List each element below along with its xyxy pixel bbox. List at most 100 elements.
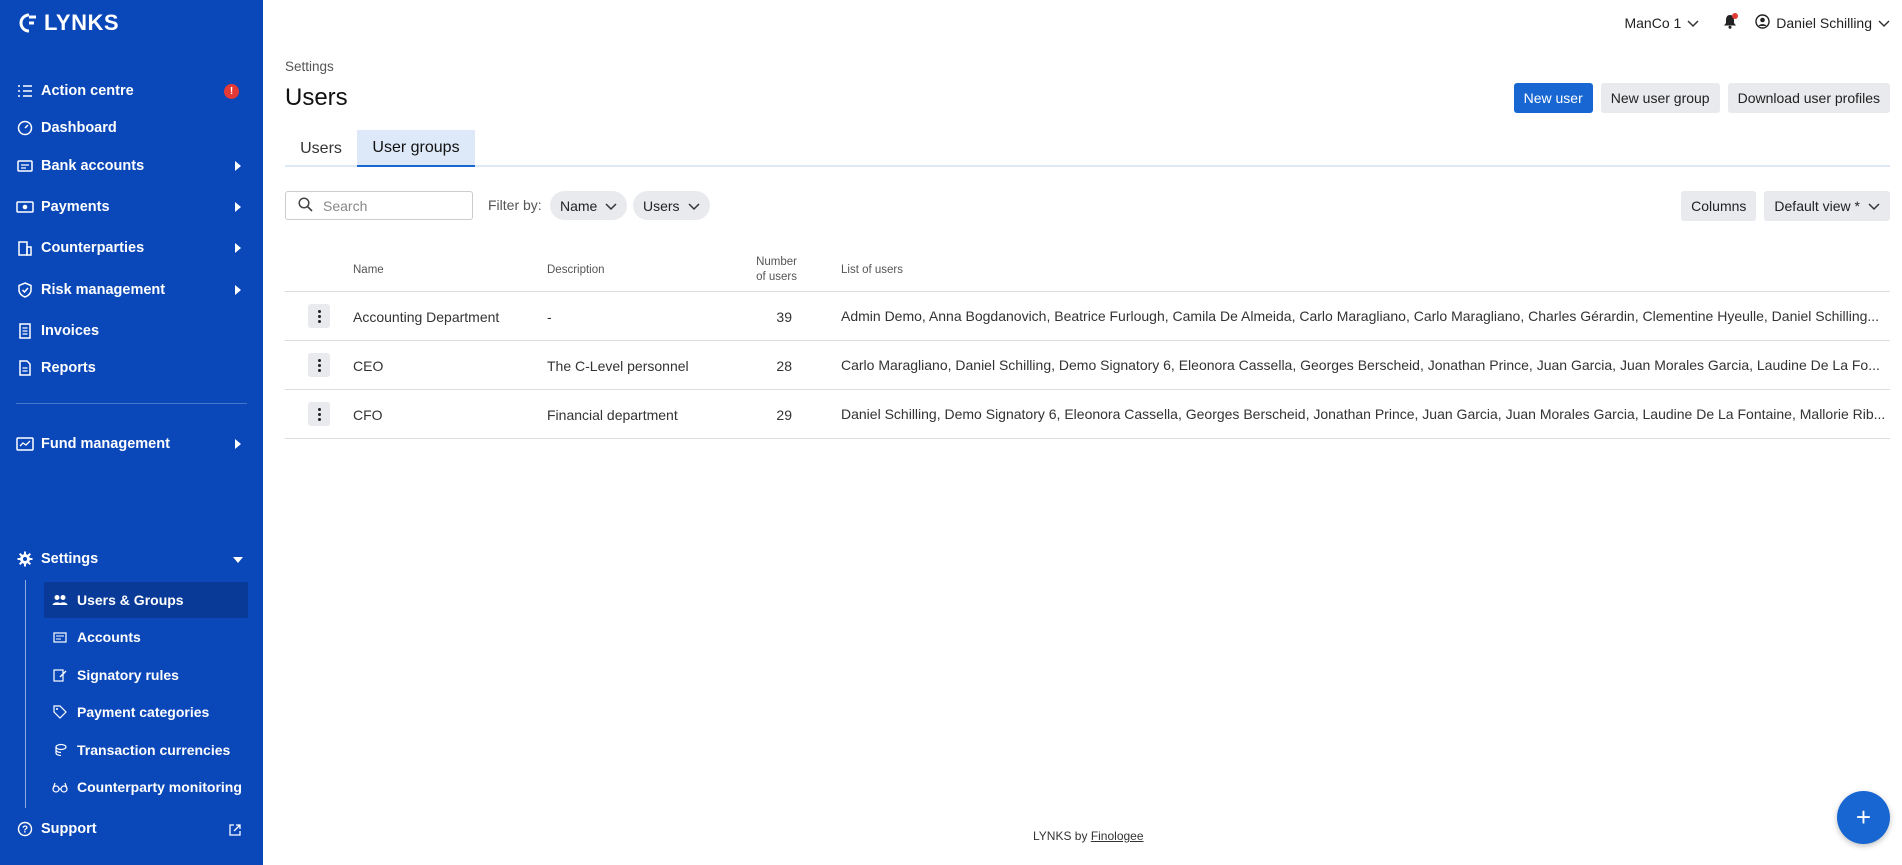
group-user-list: Daniel Schilling, Demo Signatory 6, Eleo… bbox=[841, 406, 1886, 422]
add-fab-button[interactable]: + bbox=[1837, 791, 1890, 844]
tab-user-groups[interactable]: User groups bbox=[357, 130, 475, 167]
sidebar-item-support[interactable]: ? Support bbox=[0, 812, 263, 846]
sidebar-item-label: Risk management bbox=[41, 282, 166, 298]
sidebar-item-label: Reports bbox=[41, 360, 96, 376]
sidebar-subitem-label: Signatory rules bbox=[77, 667, 179, 683]
receipt-icon bbox=[16, 322, 34, 340]
columns-button[interactable]: Columns bbox=[1681, 191, 1757, 221]
glasses-icon bbox=[52, 779, 68, 795]
chevron-down-icon bbox=[1868, 198, 1880, 214]
signature-icon bbox=[52, 667, 68, 683]
chevron-right-icon bbox=[235, 285, 241, 295]
group-name: CFO bbox=[353, 406, 383, 423]
chevron-down-icon bbox=[233, 557, 243, 563]
sidebar-subitem-payment-categories[interactable]: Payment categories bbox=[44, 694, 248, 730]
page-actions: New user New user group Download user pr… bbox=[1513, 83, 1890, 113]
group-description: The C-Level personnel bbox=[547, 357, 689, 374]
sidebar-item-label: Dashboard bbox=[41, 120, 117, 136]
sidebar-item-risk-management[interactable]: Risk management bbox=[0, 273, 263, 307]
sidebar-item-action-centre[interactable]: Action centre ! bbox=[0, 74, 263, 108]
table-row[interactable]: CEO The C-Level personnel 28 Carlo Marag… bbox=[285, 341, 1890, 390]
user-name: Daniel Schilling bbox=[1776, 15, 1872, 31]
sidebar-subitem-transaction-currencies[interactable]: Transaction currencies bbox=[44, 732, 248, 768]
tab-users[interactable]: Users bbox=[285, 130, 357, 167]
help-icon: ? bbox=[16, 820, 34, 838]
column-header-description[interactable]: Description bbox=[547, 248, 605, 292]
view-selector-label: Default view * bbox=[1774, 198, 1860, 214]
user-menu[interactable]: Daniel Schilling bbox=[1755, 14, 1890, 32]
user-avatar-icon bbox=[1755, 14, 1770, 32]
new-user-button[interactable]: New user bbox=[1513, 83, 1593, 113]
sidebar-item-dashboard[interactable]: Dashboard bbox=[0, 111, 263, 145]
sidebar-item-label: Action centre bbox=[41, 83, 134, 99]
sidebar-subitem-users-groups[interactable]: Users & Groups bbox=[44, 582, 248, 618]
sidebar-subitem-label: Counterparty monitoring bbox=[77, 779, 242, 795]
org-switcher[interactable]: ManCo 1 bbox=[1624, 15, 1699, 31]
chevron-down-icon bbox=[605, 198, 617, 214]
tag-icon bbox=[52, 704, 68, 720]
tab-bar: Users User groups bbox=[285, 130, 1890, 167]
submenu-rail bbox=[25, 580, 26, 808]
sidebar-subitem-label: Accounts bbox=[77, 629, 141, 645]
sidebar-subitem-counterparty-monitoring[interactable]: Counterparty monitoring bbox=[44, 769, 248, 805]
group-name: Accounting Department bbox=[353, 308, 500, 325]
search-box bbox=[285, 191, 473, 220]
svg-text:?: ? bbox=[22, 825, 28, 836]
table-row[interactable]: CFO Financial department 29 Daniel Schil… bbox=[285, 390, 1890, 439]
row-menu-button[interactable] bbox=[308, 304, 330, 328]
filter-chip-name[interactable]: Name bbox=[550, 191, 628, 220]
sidebar-item-bank-accounts[interactable]: Bank accounts bbox=[0, 149, 263, 183]
notifications-button[interactable] bbox=[1723, 13, 1739, 32]
group-description: Financial department bbox=[547, 406, 678, 423]
table-header: Name Description Number of users List of… bbox=[285, 248, 1890, 292]
sidebar-item-settings[interactable]: Settings bbox=[0, 542, 263, 576]
sidebar-subitem-signatory-rules[interactable]: Signatory rules bbox=[44, 657, 248, 693]
shield-icon bbox=[16, 281, 34, 299]
sidebar-subitem-label: Payment categories bbox=[77, 704, 210, 720]
sidebar-item-invoices[interactable]: Invoices bbox=[0, 314, 263, 348]
group-user-count: 39 bbox=[776, 308, 792, 325]
chevron-right-icon bbox=[235, 243, 241, 253]
sidebar-subitem-accounts[interactable]: Accounts bbox=[44, 619, 248, 655]
search-icon bbox=[298, 196, 313, 215]
sidebar-item-payments[interactable]: Payments bbox=[0, 190, 263, 224]
document-icon bbox=[16, 359, 34, 377]
row-menu-button[interactable] bbox=[308, 402, 330, 426]
breadcrumb[interactable]: Settings bbox=[285, 59, 334, 74]
sidebar-item-reports[interactable]: Reports bbox=[0, 351, 263, 385]
group-user-list: Admin Demo, Anna Bogdanovich, Beatrice F… bbox=[841, 308, 1880, 324]
chevron-down-icon bbox=[1687, 15, 1699, 31]
group-name: CEO bbox=[353, 357, 384, 374]
group-user-count: 29 bbox=[776, 406, 792, 423]
footer: LYNKS by Finologee bbox=[1033, 829, 1144, 843]
view-selector[interactable]: Default view * bbox=[1764, 191, 1890, 221]
sidebar-subitem-label: Users & Groups bbox=[77, 592, 184, 608]
column-header-number-of-users[interactable]: Number of users bbox=[725, 248, 797, 292]
sidebar: LYNKS Action centre ! Dashboard Bank acc… bbox=[0, 0, 263, 865]
logo-text: LYNKS bbox=[44, 10, 120, 35]
search-input[interactable] bbox=[323, 197, 463, 214]
id-card-icon bbox=[52, 629, 68, 645]
gauge-icon bbox=[16, 119, 34, 137]
group-description: - bbox=[547, 308, 552, 325]
column-header-name[interactable]: Name bbox=[353, 248, 384, 292]
sidebar-item-label: Fund management bbox=[41, 436, 170, 452]
sidebar-item-label: Bank accounts bbox=[41, 158, 145, 174]
sidebar-item-label: Payments bbox=[41, 199, 110, 215]
sidebar-item-fund-management[interactable]: Fund management bbox=[0, 427, 263, 461]
column-header-list-of-users[interactable]: List of users bbox=[841, 248, 903, 292]
chevron-down-icon bbox=[688, 198, 700, 214]
new-user-group-button[interactable]: New user group bbox=[1600, 83, 1720, 113]
chevron-down-icon bbox=[1878, 15, 1890, 31]
sidebar-item-counterparties[interactable]: Counterparties bbox=[0, 231, 263, 265]
app-logo[interactable]: LYNKS bbox=[18, 10, 119, 36]
table-row[interactable]: Accounting Department - 39 Admin Demo, A… bbox=[285, 292, 1890, 341]
filter-chip-users[interactable]: Users bbox=[633, 191, 710, 220]
footer-link[interactable]: Finologee bbox=[1091, 829, 1144, 843]
building-icon bbox=[16, 239, 34, 257]
row-menu-button[interactable] bbox=[308, 353, 330, 377]
download-user-profiles-button[interactable]: Download user profiles bbox=[1727, 83, 1890, 113]
filter-chip-label: Users bbox=[643, 197, 680, 214]
sidebar-divider bbox=[16, 403, 247, 404]
chevron-right-icon bbox=[235, 161, 241, 171]
